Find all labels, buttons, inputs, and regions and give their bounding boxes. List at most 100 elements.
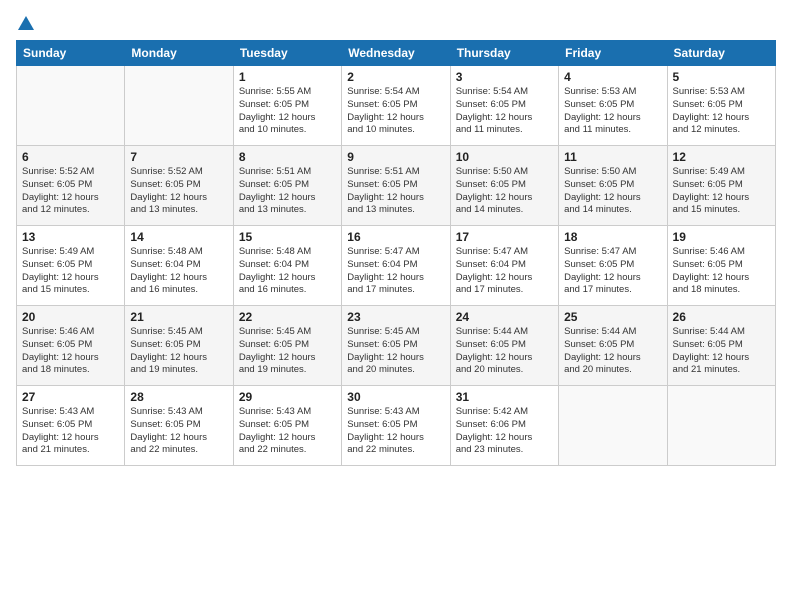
calendar-cell: 15 Sunrise: 5:48 AM Sunset: 6:04 PM Dayli… xyxy=(233,226,341,306)
day-number: 21 xyxy=(130,310,227,324)
calendar-cell: 2 Sunrise: 5:54 AM Sunset: 6:05 PM Daylig… xyxy=(342,66,450,146)
day-info: Sunrise: 5:45 AM Sunset: 6:05 PM Dayligh… xyxy=(130,326,227,377)
calendar-week-row: 6Sunrise: 5:52 AM Sunset: 6:05 PM Daylig… xyxy=(17,146,776,226)
day-number: 19 xyxy=(673,230,770,244)
calendar-cell: 23 Sunrise: 5:45 AM Sunset: 6:05 PM Dayli… xyxy=(342,306,450,386)
day-info: Sunrise: 5:47 AM Sunset: 6:04 PM Dayligh… xyxy=(347,246,444,297)
logo xyxy=(16,16,35,28)
calendar-cell: 4 Sunrise: 5:53 AM Sunset: 6:05 PM Daylig… xyxy=(559,66,667,146)
calendar-cell xyxy=(17,66,125,146)
calendar-cell: 27 Sunrise: 5:43 AM Sunset: 6:05 PM Dayli… xyxy=(17,386,125,466)
day-number: 26 xyxy=(673,310,770,324)
day-info: Sunrise: 5:54 AM Sunset: 6:05 PM Dayligh… xyxy=(347,86,444,137)
calendar-cell: 14Sunrise: 5:48 AM Sunset: 6:04 PM Dayli… xyxy=(125,226,233,306)
calendar-week-row: 13 Sunrise: 5:49 AM Sunset: 6:05 PM Dayli… xyxy=(17,226,776,306)
calendar-cell: 24 Sunrise: 5:44 AM Sunset: 6:05 PM Dayli… xyxy=(450,306,558,386)
day-number: 23 xyxy=(347,310,444,324)
day-info: Sunrise: 5:43 AM Sunset: 6:05 PM Dayligh… xyxy=(239,406,336,457)
day-header-thursday: Thursday xyxy=(450,41,558,66)
day-number: 24 xyxy=(456,310,553,324)
day-number: 27 xyxy=(22,390,119,404)
day-info: Sunrise: 5:49 AM Sunset: 6:05 PM Dayligh… xyxy=(22,246,119,297)
day-info: Sunrise: 5:43 AM Sunset: 6:05 PM Dayligh… xyxy=(22,406,119,457)
calendar-cell: 17 Sunrise: 5:47 AM Sunset: 6:04 PM Dayli… xyxy=(450,226,558,306)
day-info: Sunrise: 5:45 AM Sunset: 6:05 PM Dayligh… xyxy=(347,326,444,377)
day-number: 30 xyxy=(347,390,444,404)
calendar-cell: 8Sunrise: 5:51 AM Sunset: 6:05 PM Daylig… xyxy=(233,146,341,226)
day-number: 10 xyxy=(456,150,553,164)
day-number: 4 xyxy=(564,70,661,84)
calendar-cell: 30 Sunrise: 5:43 AM Sunset: 6:05 PM Dayli… xyxy=(342,386,450,466)
day-info: Sunrise: 5:52 AM Sunset: 6:05 PM Dayligh… xyxy=(130,166,227,217)
day-info: Sunrise: 5:45 AM Sunset: 6:05 PM Dayligh… xyxy=(239,326,336,377)
day-number: 8 xyxy=(239,150,336,164)
calendar-cell: 11 Sunrise: 5:50 AM Sunset: 6:05 PM Dayli… xyxy=(559,146,667,226)
day-header-saturday: Saturday xyxy=(667,41,775,66)
calendar-header-row: SundayMondayTuesdayWednesdayThursdayFrid… xyxy=(17,41,776,66)
calendar-cell: 6Sunrise: 5:52 AM Sunset: 6:05 PM Daylig… xyxy=(17,146,125,226)
day-number: 1 xyxy=(239,70,336,84)
day-number: 29 xyxy=(239,390,336,404)
day-number: 16 xyxy=(347,230,444,244)
day-info: Sunrise: 5:53 AM Sunset: 6:05 PM Dayligh… xyxy=(673,86,770,137)
day-header-tuesday: Tuesday xyxy=(233,41,341,66)
day-info: Sunrise: 5:46 AM Sunset: 6:05 PM Dayligh… xyxy=(673,246,770,297)
day-info: Sunrise: 5:51 AM Sunset: 6:05 PM Dayligh… xyxy=(347,166,444,217)
day-info: Sunrise: 5:46 AM Sunset: 6:05 PM Dayligh… xyxy=(22,326,119,377)
day-info: Sunrise: 5:48 AM Sunset: 6:04 PM Dayligh… xyxy=(239,246,336,297)
day-number: 3 xyxy=(456,70,553,84)
day-info: Sunrise: 5:47 AM Sunset: 6:05 PM Dayligh… xyxy=(564,246,661,297)
day-number: 20 xyxy=(22,310,119,324)
day-header-wednesday: Wednesday xyxy=(342,41,450,66)
day-number: 5 xyxy=(673,70,770,84)
day-info: Sunrise: 5:44 AM Sunset: 6:05 PM Dayligh… xyxy=(564,326,661,377)
calendar-cell: 7 Sunrise: 5:52 AM Sunset: 6:05 PM Daylig… xyxy=(125,146,233,226)
calendar-week-row: 20 Sunrise: 5:46 AM Sunset: 6:05 PM Dayli… xyxy=(17,306,776,386)
day-number: 17 xyxy=(456,230,553,244)
calendar-cell: 29 Sunrise: 5:43 AM Sunset: 6:05 PM Dayli… xyxy=(233,386,341,466)
day-number: 7 xyxy=(130,150,227,164)
day-number: 9 xyxy=(347,150,444,164)
calendar-cell: 21 Sunrise: 5:45 AM Sunset: 6:05 PM Dayli… xyxy=(125,306,233,386)
day-info: Sunrise: 5:44 AM Sunset: 6:05 PM Dayligh… xyxy=(673,326,770,377)
day-info: Sunrise: 5:52 AM Sunset: 6:05 PM Dayligh… xyxy=(22,166,119,217)
day-info: Sunrise: 5:55 AM Sunset: 6:05 PM Dayligh… xyxy=(239,86,336,137)
day-info: Sunrise: 5:50 AM Sunset: 6:05 PM Dayligh… xyxy=(564,166,661,217)
calendar-cell: 20 Sunrise: 5:46 AM Sunset: 6:05 PM Dayli… xyxy=(17,306,125,386)
day-number: 25 xyxy=(564,310,661,324)
calendar-cell: 1 Sunrise: 5:55 AM Sunset: 6:05 PM Daylig… xyxy=(233,66,341,146)
calendar-cell: 16 Sunrise: 5:47 AM Sunset: 6:04 PM Dayli… xyxy=(342,226,450,306)
calendar-cell: 26 Sunrise: 5:44 AM Sunset: 6:05 PM Dayli… xyxy=(667,306,775,386)
calendar-cell: 31Sunrise: 5:42 AM Sunset: 6:06 PM Dayli… xyxy=(450,386,558,466)
calendar-cell: 10Sunrise: 5:50 AM Sunset: 6:05 PM Dayli… xyxy=(450,146,558,226)
day-number: 14 xyxy=(130,230,227,244)
day-number: 2 xyxy=(347,70,444,84)
day-number: 11 xyxy=(564,150,661,164)
day-info: Sunrise: 5:44 AM Sunset: 6:05 PM Dayligh… xyxy=(456,326,553,377)
day-number: 22 xyxy=(239,310,336,324)
calendar-cell: 3 Sunrise: 5:54 AM Sunset: 6:05 PM Daylig… xyxy=(450,66,558,146)
calendar-cell: 12Sunrise: 5:49 AM Sunset: 6:05 PM Dayli… xyxy=(667,146,775,226)
day-number: 13 xyxy=(22,230,119,244)
day-number: 15 xyxy=(239,230,336,244)
calendar-cell xyxy=(667,386,775,466)
calendar-week-row: 27 Sunrise: 5:43 AM Sunset: 6:05 PM Dayli… xyxy=(17,386,776,466)
day-info: Sunrise: 5:43 AM Sunset: 6:05 PM Dayligh… xyxy=(130,406,227,457)
day-info: Sunrise: 5:43 AM Sunset: 6:05 PM Dayligh… xyxy=(347,406,444,457)
calendar-cell: 19 Sunrise: 5:46 AM Sunset: 6:05 PM Dayli… xyxy=(667,226,775,306)
day-info: Sunrise: 5:47 AM Sunset: 6:04 PM Dayligh… xyxy=(456,246,553,297)
day-number: 12 xyxy=(673,150,770,164)
calendar-cell: 13 Sunrise: 5:49 AM Sunset: 6:05 PM Dayli… xyxy=(17,226,125,306)
calendar-cell: 28 Sunrise: 5:43 AM Sunset: 6:05 PM Dayli… xyxy=(125,386,233,466)
day-header-monday: Monday xyxy=(125,41,233,66)
day-info: Sunrise: 5:53 AM Sunset: 6:05 PM Dayligh… xyxy=(564,86,661,137)
day-number: 28 xyxy=(130,390,227,404)
day-number: 18 xyxy=(564,230,661,244)
day-info: Sunrise: 5:54 AM Sunset: 6:05 PM Dayligh… xyxy=(456,86,553,137)
calendar-cell: 22 Sunrise: 5:45 AM Sunset: 6:05 PM Dayli… xyxy=(233,306,341,386)
calendar-cell: 18 Sunrise: 5:47 AM Sunset: 6:05 PM Dayli… xyxy=(559,226,667,306)
calendar-cell: 5 Sunrise: 5:53 AM Sunset: 6:05 PM Daylig… xyxy=(667,66,775,146)
day-header-sunday: Sunday xyxy=(17,41,125,66)
calendar-week-row: 1 Sunrise: 5:55 AM Sunset: 6:05 PM Daylig… xyxy=(17,66,776,146)
logo-icon xyxy=(17,14,35,32)
